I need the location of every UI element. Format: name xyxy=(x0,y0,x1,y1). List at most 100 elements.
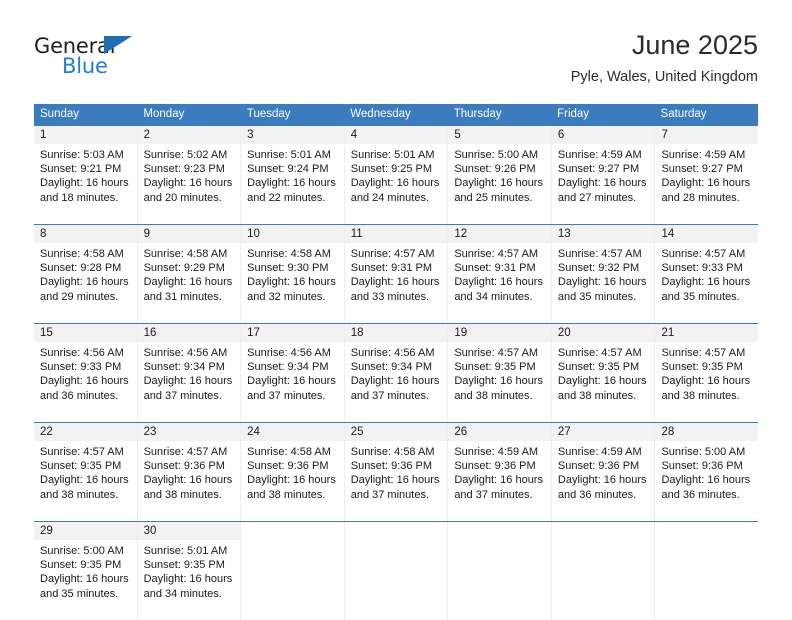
sunset-text: Sunset: 9:35 PM xyxy=(454,361,536,374)
daylight-text-line1: Daylight: 16 hours xyxy=(40,276,129,289)
day-number: 22 xyxy=(34,423,137,441)
day-cell[interactable]: 15 Sunrise: 4:56 AM Sunset: 9:33 PM Dayl… xyxy=(34,324,138,422)
sunset-text: Sunset: 9:34 PM xyxy=(143,361,225,374)
day-number: 13 xyxy=(551,225,655,243)
daylight-text-line1: Daylight: 16 hours xyxy=(454,375,543,388)
sunset-text: Sunset: 9:35 PM xyxy=(40,559,122,572)
day-cell[interactable]: 22 Sunrise: 4:57 AM Sunset: 9:35 PM Dayl… xyxy=(34,423,138,521)
day-details: Sunrise: 5:00 AM Sunset: 9:35 PM Dayligh… xyxy=(34,540,137,620)
day-details xyxy=(241,540,344,620)
daylight-text-line1: Daylight: 16 hours xyxy=(661,474,751,487)
sunset-text: Sunset: 9:31 PM xyxy=(350,262,433,275)
day-cell[interactable]: 18 Sunrise: 4:56 AM Sunset: 9:34 PM Dayl… xyxy=(344,324,449,422)
daylight-text-line2: and 22 minutes. xyxy=(247,191,326,204)
sunset-text: Sunset: 9:27 PM xyxy=(661,163,743,176)
sunset-text: Sunset: 9:21 PM xyxy=(40,163,122,176)
day-details: Sunrise: 4:57 AM Sunset: 9:33 PM Dayligh… xyxy=(655,243,758,323)
day-cell[interactable]: 11 Sunrise: 4:57 AM Sunset: 9:31 PM Dayl… xyxy=(344,225,449,323)
day-number: 3 xyxy=(241,126,344,144)
day-cell[interactable]: 12 Sunrise: 4:57 AM Sunset: 9:31 PM Dayl… xyxy=(448,225,552,323)
sunrise-text: Sunrise: 5:00 AM xyxy=(454,149,539,161)
daylight-text-line2: and 34 minutes. xyxy=(454,290,533,303)
daylight-text-line2: and 37 minutes. xyxy=(143,389,222,402)
day-number: 28 xyxy=(655,423,759,441)
day-cell[interactable]: 1 Sunrise: 5:03 AM Sunset: 9:21 PM Dayli… xyxy=(34,126,138,224)
day-details: Sunrise: 4:57 AM Sunset: 9:32 PM Dayligh… xyxy=(552,243,655,323)
day-cell[interactable]: 8 Sunrise: 4:58 AM Sunset: 9:28 PM Dayli… xyxy=(34,225,138,323)
daylight-text-line1: Daylight: 16 hours xyxy=(454,276,543,289)
daylight-text-line2: and 34 minutes. xyxy=(143,587,222,600)
sunset-text: Sunset: 9:29 PM xyxy=(143,262,225,275)
calendar-week-row: 29 Sunrise: 5:00 AM Sunset: 9:35 PM Dayl… xyxy=(34,521,759,620)
day-number: 12 xyxy=(448,225,551,243)
sunset-text: Sunset: 9:36 PM xyxy=(143,460,225,473)
sunrise-text: Sunrise: 4:59 AM xyxy=(661,149,746,161)
day-cell[interactable]: 23 Sunrise: 4:57 AM Sunset: 9:36 PM Dayl… xyxy=(137,423,242,521)
sunrise-text: Sunrise: 5:03 AM xyxy=(40,149,124,161)
calendar-week-row: 15 Sunrise: 4:56 AM Sunset: 9:33 PM Dayl… xyxy=(34,323,759,422)
day-details: Sunrise: 4:59 AM Sunset: 9:36 PM Dayligh… xyxy=(552,441,655,521)
sunset-text: Sunset: 9:33 PM xyxy=(661,262,743,275)
day-cell[interactable]: 6 Sunrise: 4:59 AM Sunset: 9:27 PM Dayli… xyxy=(551,126,656,224)
sunset-text: Sunset: 9:34 PM xyxy=(247,361,329,374)
day-cell[interactable]: 21 Sunrise: 4:57 AM Sunset: 9:35 PM Dayl… xyxy=(655,324,759,422)
day-details: Sunrise: 5:03 AM Sunset: 9:21 PM Dayligh… xyxy=(34,144,137,224)
day-cell[interactable]: 27 Sunrise: 4:59 AM Sunset: 9:36 PM Dayl… xyxy=(551,423,656,521)
day-cell[interactable]: 30 Sunrise: 5:01 AM Sunset: 9:35 PM Dayl… xyxy=(137,522,242,620)
daylight-text-line1: Daylight: 16 hours xyxy=(661,375,751,388)
day-cell[interactable]: 29 Sunrise: 5:00 AM Sunset: 9:35 PM Dayl… xyxy=(34,522,138,620)
day-cell[interactable]: 25 Sunrise: 4:58 AM Sunset: 9:36 PM Dayl… xyxy=(344,423,449,521)
day-cell[interactable]: 24 Sunrise: 4:58 AM Sunset: 9:36 PM Dayl… xyxy=(241,423,345,521)
daylight-text-line2: and 36 minutes. xyxy=(661,488,740,501)
daylight-text-line1: Daylight: 16 hours xyxy=(247,276,336,289)
daylight-text-line2: and 37 minutes. xyxy=(350,389,430,402)
day-number: 24 xyxy=(241,423,344,441)
day-number: 14 xyxy=(655,225,759,243)
day-cell[interactable]: 9 Sunrise: 4:58 AM Sunset: 9:29 PM Dayli… xyxy=(137,225,242,323)
day-details: Sunrise: 4:58 AM Sunset: 9:36 PM Dayligh… xyxy=(241,441,344,521)
daylight-text-line1: Daylight: 16 hours xyxy=(40,573,129,586)
daylight-text-line1: Daylight: 16 hours xyxy=(40,474,129,487)
day-number xyxy=(551,522,655,540)
day-cell[interactable]: 28 Sunrise: 5:00 AM Sunset: 9:36 PM Dayl… xyxy=(655,423,759,521)
day-details: Sunrise: 4:57 AM Sunset: 9:31 PM Dayligh… xyxy=(448,243,551,323)
day-cell[interactable]: 20 Sunrise: 4:57 AM Sunset: 9:35 PM Dayl… xyxy=(551,324,656,422)
daylight-text-line1: Daylight: 16 hours xyxy=(143,177,233,190)
daylight-text-line2: and 27 minutes. xyxy=(557,191,637,204)
day-number: 18 xyxy=(344,324,448,342)
sunset-text: Sunset: 9:27 PM xyxy=(557,163,640,176)
daylight-text-line1: Daylight: 16 hours xyxy=(247,177,336,190)
day-cell[interactable]: 14 Sunrise: 4:57 AM Sunset: 9:33 PM Dayl… xyxy=(655,225,759,323)
daylight-text-line2: and 35 minutes. xyxy=(40,587,119,600)
sunset-text: Sunset: 9:35 PM xyxy=(40,460,122,473)
day-number: 4 xyxy=(344,126,448,144)
logo-text-blue: Blue xyxy=(62,54,108,78)
day-cell[interactable]: 10 Sunrise: 4:58 AM Sunset: 9:30 PM Dayl… xyxy=(241,225,345,323)
daylight-text-line1: Daylight: 16 hours xyxy=(143,573,233,586)
sunrise-text: Sunrise: 4:57 AM xyxy=(661,248,746,260)
day-cell[interactable]: 2 Sunrise: 5:02 AM Sunset: 9:23 PM Dayli… xyxy=(137,126,242,224)
day-details: Sunrise: 4:57 AM Sunset: 9:35 PM Dayligh… xyxy=(552,342,655,422)
day-cell[interactable]: 26 Sunrise: 4:59 AM Sunset: 9:36 PM Dayl… xyxy=(448,423,552,521)
weekday-header-thursday: Thursday xyxy=(453,108,502,120)
sunset-text: Sunset: 9:33 PM xyxy=(40,361,122,374)
daylight-text-line2: and 38 minutes. xyxy=(661,389,740,402)
day-cell[interactable]: 5 Sunrise: 5:00 AM Sunset: 9:26 PM Dayli… xyxy=(448,126,552,224)
title-block: June 2025 Pyle, Wales, United Kingdom xyxy=(571,28,758,86)
sunrise-text: Sunrise: 4:57 AM xyxy=(557,248,642,260)
weekday-header-row: Sunday Monday Tuesday Wednesday Thursday… xyxy=(34,104,758,125)
day-cell[interactable]: 13 Sunrise: 4:57 AM Sunset: 9:32 PM Dayl… xyxy=(551,225,656,323)
day-cell[interactable]: 3 Sunrise: 5:01 AM Sunset: 9:24 PM Dayli… xyxy=(241,126,345,224)
day-cell[interactable]: 19 Sunrise: 4:57 AM Sunset: 9:35 PM Dayl… xyxy=(448,324,552,422)
sunset-text: Sunset: 9:23 PM xyxy=(143,163,225,176)
day-cell[interactable]: 4 Sunrise: 5:01 AM Sunset: 9:25 PM Dayli… xyxy=(344,126,449,224)
daylight-text-line1: Daylight: 16 hours xyxy=(557,474,647,487)
day-details: Sunrise: 4:58 AM Sunset: 9:30 PM Dayligh… xyxy=(241,243,344,323)
calendar-grid: Sunday Monday Tuesday Wednesday Thursday… xyxy=(34,104,759,620)
day-cell[interactable]: 7 Sunrise: 4:59 AM Sunset: 9:27 PM Dayli… xyxy=(655,126,759,224)
day-cell[interactable]: 16 Sunrise: 4:56 AM Sunset: 9:34 PM Dayl… xyxy=(137,324,242,422)
daylight-text-line2: and 38 minutes. xyxy=(557,389,637,402)
day-cell[interactable]: 17 Sunrise: 4:56 AM Sunset: 9:34 PM Dayl… xyxy=(241,324,345,422)
daylight-text-line1: Daylight: 16 hours xyxy=(350,375,440,388)
generalblue-logo[interactable]: General Blue xyxy=(34,34,234,90)
